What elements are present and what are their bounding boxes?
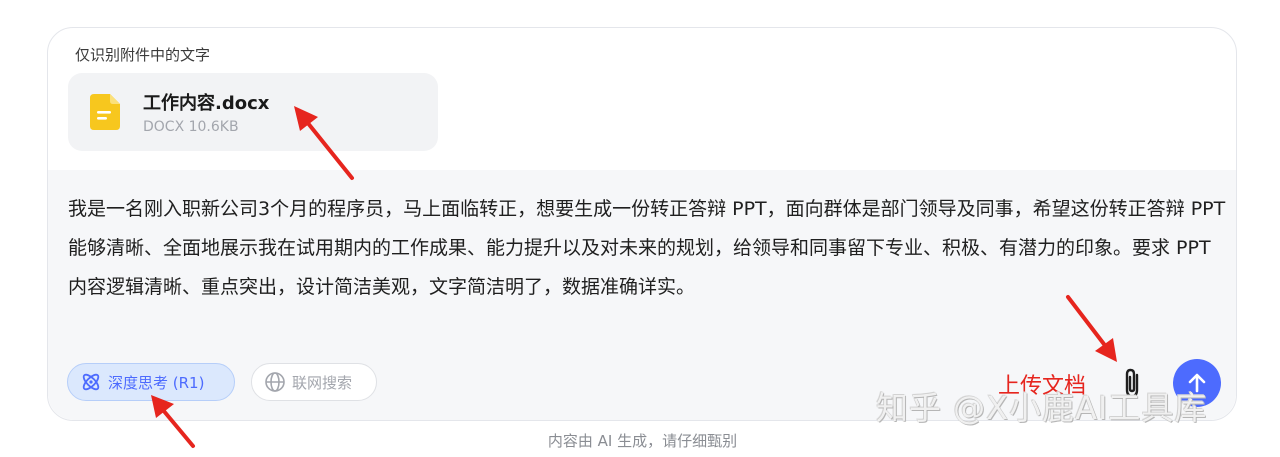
attachment-mode-label: 仅识别附件中的文字 xyxy=(75,46,211,64)
ai-disclaimer: 内容由 AI 生成，请仔细甄别 xyxy=(547,432,738,450)
attachment-file-name: 工作内容.docx xyxy=(143,93,270,114)
prompt-text[interactable]: 我是一名刚入职新公司3个月的程序员，马上面临转正，想要生成一份转正答辩 PPT，… xyxy=(68,190,1228,307)
attachment-file-meta: DOCX 10.6KB xyxy=(143,119,239,135)
watermark: 知乎 @X小鹿AI工具库 xyxy=(876,389,1208,427)
document-icon xyxy=(90,94,120,130)
web-search-button[interactable]: 联网搜索 xyxy=(251,363,377,401)
globe-icon xyxy=(265,372,285,392)
deep-think-label: 深度思考 (R1) xyxy=(108,373,205,392)
atom-icon xyxy=(82,373,100,391)
web-search-label: 联网搜索 xyxy=(292,373,353,392)
attachment-file-card[interactable]: 工作内容.docx DOCX 10.6KB xyxy=(68,73,438,151)
deep-think-button[interactable]: 深度思考 (R1) xyxy=(67,363,235,401)
